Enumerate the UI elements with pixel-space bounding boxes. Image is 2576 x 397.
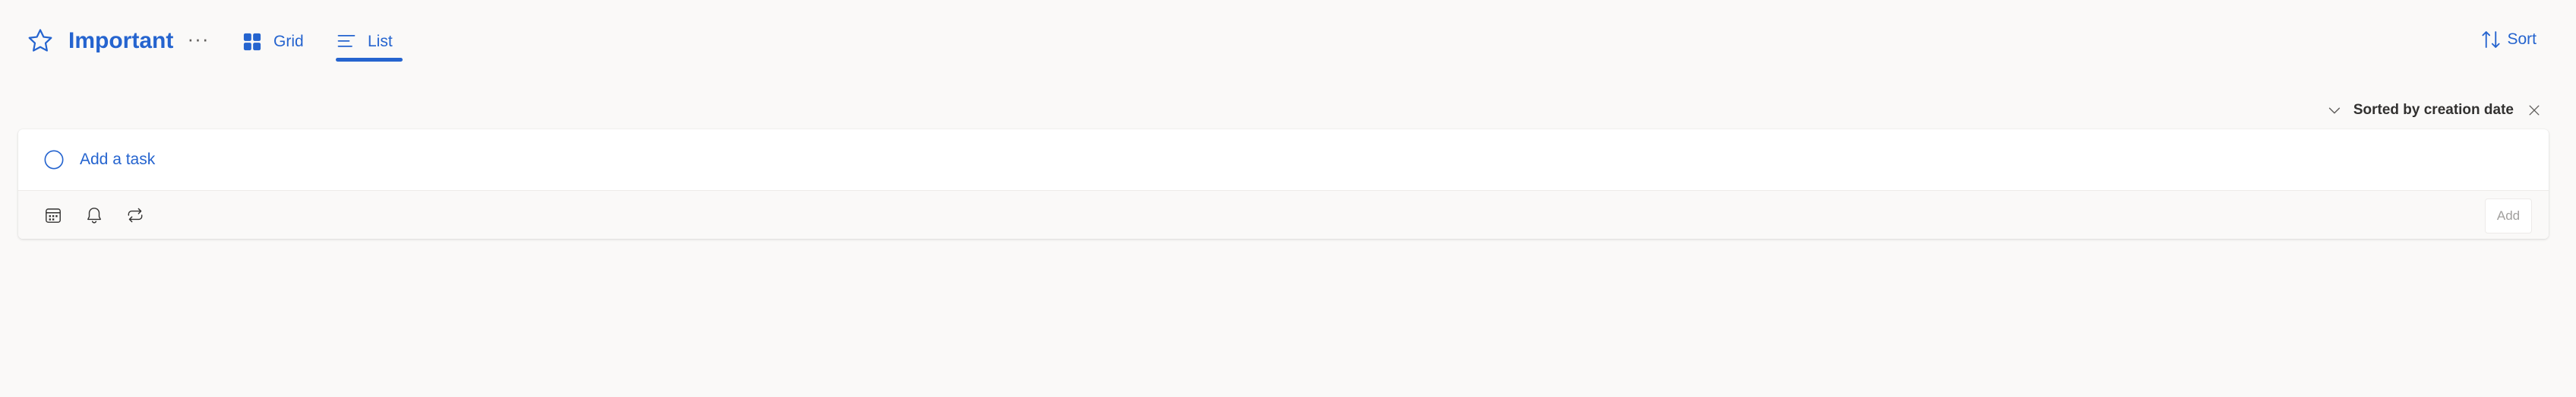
title-area: Important — [26, 23, 173, 59]
repeat-icon — [128, 208, 143, 223]
list-icon — [337, 34, 356, 47]
sort-indicator-text: Sorted by creation date — [2353, 102, 2514, 118]
more-options-button[interactable]: ··· — [185, 26, 211, 52]
sort-indicator: Sorted by creation date — [2323, 97, 2546, 123]
add-task-input[interactable] — [80, 145, 1143, 175]
selected-tab-indicator — [336, 58, 403, 62]
add-task-toolbar: Add — [18, 190, 2549, 239]
list-header: Important ··· Grid List Sort — [0, 0, 2576, 79]
tab-grid[interactable]: Grid — [242, 23, 304, 61]
sort-icon — [2482, 31, 2501, 48]
tab-list-label: List — [368, 33, 393, 50]
add-due-date-button[interactable] — [41, 203, 65, 227]
close-icon — [2529, 105, 2540, 116]
circle-icon — [44, 150, 64, 170]
star-icon — [28, 29, 52, 52]
app-page: Important ··· Grid List Sort Sorted by c… — [0, 0, 2576, 397]
tab-grid-label: Grid — [273, 33, 304, 50]
more-options-label: ··· — [187, 27, 210, 50]
add-task-button[interactable]: Add — [2485, 198, 2532, 233]
grid-icon — [243, 33, 261, 51]
calendar-icon — [46, 208, 61, 223]
page-title: Important — [68, 28, 174, 53]
chevron-down-icon — [2328, 107, 2340, 114]
repeat-button[interactable] — [123, 203, 147, 227]
tab-list[interactable]: List — [336, 23, 393, 61]
bell-icon — [87, 208, 101, 224]
clear-sort-button[interactable] — [2523, 99, 2546, 122]
sort-button[interactable]: Sort — [2480, 24, 2536, 55]
reverse-sort-button[interactable] — [2323, 99, 2346, 122]
sort-label: Sort — [2507, 30, 2536, 48]
add-task-card: Add — [18, 129, 2549, 239]
remind-me-button[interactable] — [82, 203, 106, 227]
add-task-row[interactable] — [18, 129, 2549, 190]
